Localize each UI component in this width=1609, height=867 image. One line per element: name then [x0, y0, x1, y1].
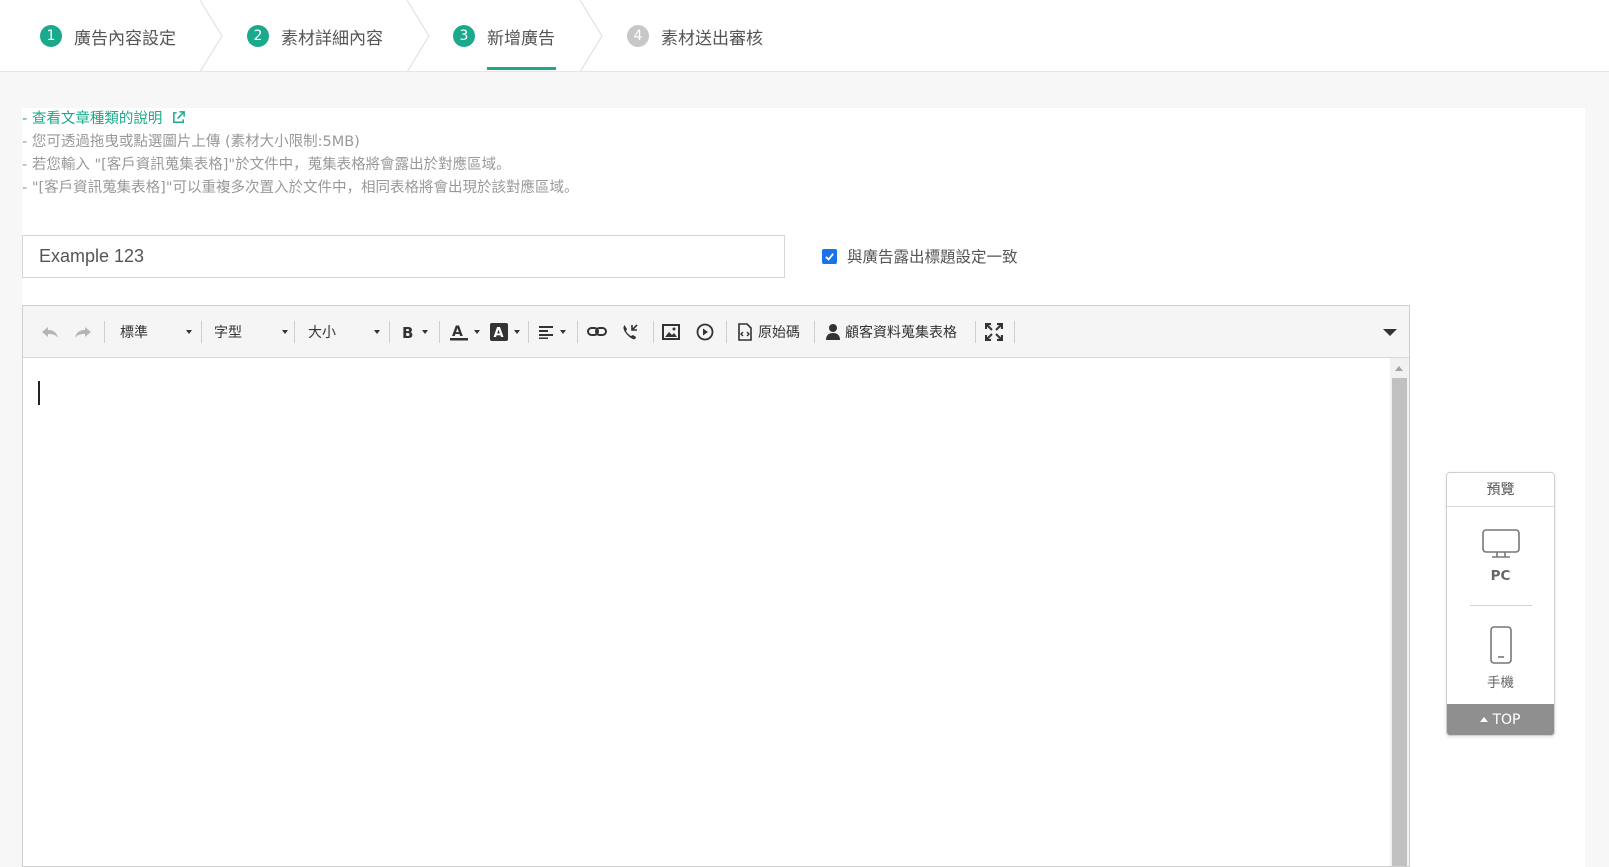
editor-toolbar: 標準 字型 大小 B A A 原始碼 顧客資料蒐集表格 — [23, 306, 1409, 358]
form-repeat-note: - "[客戶資訊蒐集表格]"可以重複多次置入於文件中，相同表格將會出現於該對應區… — [22, 180, 579, 196]
mobile-icon — [1489, 626, 1512, 664]
upload-note: - 您可透過拖曳或點選圖片上傳 (素材大小限制:5MB) — [22, 134, 360, 150]
step-divider-icon — [406, 0, 430, 72]
bold-icon: B — [402, 324, 413, 340]
toolbar-separator — [439, 321, 440, 343]
step-1[interactable]: 1 廣告內容設定 — [40, 0, 176, 72]
preview-title: 預覽 — [1447, 473, 1554, 507]
customer-form-label: 顧客資料蒐集表格 — [845, 325, 957, 341]
desktop-icon — [1481, 529, 1520, 558]
editor-content-area[interactable] — [23, 358, 1389, 866]
step-label: 廣告內容設定 — [74, 28, 176, 49]
text-color-button[interactable]: A — [449, 319, 480, 345]
redo-icon[interactable] — [73, 319, 93, 345]
toolbar-separator — [528, 321, 529, 343]
article-type-help-link[interactable]: - 查看文章種類的說明 — [22, 111, 162, 127]
back-to-top-label: TOP — [1492, 711, 1521, 728]
bold-button[interactable]: B — [401, 319, 428, 345]
preview-pc-button[interactable]: PC — [1447, 528, 1554, 584]
back-to-top-button[interactable]: TOP — [1447, 704, 1554, 735]
toolbar-separator — [726, 321, 727, 343]
video-icon[interactable] — [696, 319, 714, 345]
size-dropdown[interactable]: 大小 — [308, 319, 380, 345]
chevron-down-icon — [514, 330, 520, 334]
toolbar-separator — [577, 321, 578, 343]
toolbar-separator — [201, 321, 202, 343]
form-note: - 若您輸入 "[客戶資訊蒐集表格]"於文件中，蒐集表格將會露出於對應區域。 — [22, 157, 511, 173]
chevron-down-icon — [474, 330, 480, 334]
phone-link-icon[interactable] — [621, 319, 639, 345]
font-dropdown-label: 字型 — [214, 325, 242, 341]
active-step-underline — [487, 67, 556, 70]
svg-text:A: A — [452, 324, 463, 340]
content-panel: - 查看文章種類的說明 - 您可透過拖曳或點選圖片上傳 (素材大小限制:5MB)… — [22, 108, 1585, 867]
link-icon[interactable] — [587, 319, 607, 345]
arrow-up-icon — [1480, 717, 1489, 722]
toolbar-separator — [975, 321, 976, 343]
chevron-down-icon — [282, 330, 288, 334]
step-label: 素材送出審核 — [661, 28, 763, 49]
text-cursor — [38, 381, 40, 405]
checkbox-checked-icon[interactable] — [822, 248, 837, 264]
preview-pc-label: PC — [1490, 568, 1511, 584]
article-title-input[interactable] — [22, 235, 785, 278]
scrollbar-thumb[interactable] — [1392, 378, 1407, 866]
user-icon — [826, 324, 840, 340]
background-color-icon: A — [490, 323, 508, 341]
editor-scrollbar[interactable] — [1390, 358, 1409, 866]
step-2[interactable]: 2 素材詳細內容 — [247, 0, 383, 72]
sync-title-checkbox[interactable]: 與廣告露出標題設定一致 — [822, 245, 1018, 267]
fullscreen-icon[interactable] — [985, 319, 1003, 345]
help-notes: - 查看文章種類的說明 - 您可透過拖曳或點選圖片上傳 (素材大小限制:5MB)… — [22, 108, 579, 200]
chevron-down-icon — [374, 330, 380, 334]
step-4[interactable]: 4 素材送出審核 — [627, 0, 763, 72]
external-link-icon[interactable] — [171, 110, 186, 125]
preview-mobile-label: 手機 — [1487, 675, 1514, 691]
source-code-button[interactable]: 原始碼 — [737, 319, 800, 345]
step-number: 2 — [247, 25, 269, 47]
chevron-down-icon — [560, 330, 566, 334]
step-3[interactable]: 3 新增廣告 — [453, 0, 555, 72]
step-number: 3 — [453, 25, 475, 47]
step-label: 新增廣告 — [487, 28, 555, 49]
step-number: 1 — [40, 25, 62, 47]
align-left-icon — [539, 326, 553, 339]
sync-title-label: 與廣告露出標題設定一致 — [847, 248, 1018, 266]
preview-widget: 預覽 PC 手機 TOP — [1446, 472, 1555, 736]
chevron-down-icon — [422, 330, 428, 334]
toolbar-separator — [653, 321, 654, 343]
step-label: 素材詳細內容 — [281, 28, 383, 49]
size-dropdown-label: 大小 — [308, 325, 336, 341]
align-button[interactable] — [539, 319, 566, 345]
toolbar-expand-icon[interactable] — [1383, 319, 1397, 345]
format-dropdown[interactable]: 標準 — [120, 319, 192, 345]
toolbar-separator — [814, 321, 815, 343]
image-icon[interactable] — [662, 319, 680, 345]
font-dropdown[interactable]: 字型 — [214, 319, 288, 345]
toolbar-separator — [104, 321, 105, 343]
toolbar-separator — [389, 321, 390, 343]
customer-form-button[interactable]: 顧客資料蒐集表格 — [825, 319, 957, 345]
step-divider-icon — [199, 0, 223, 72]
step-number: 4 — [627, 25, 649, 47]
wizard-stepper: 1 廣告內容設定 2 素材詳細內容 3 新增廣告 4 素材送出審核 — [0, 0, 1609, 72]
rich-text-editor: 標準 字型 大小 B A A 原始碼 顧客資料蒐集表格 — [22, 305, 1410, 867]
preview-divider — [1470, 605, 1532, 606]
format-dropdown-label: 標準 — [120, 325, 148, 341]
background-color-button[interactable]: A — [489, 319, 520, 345]
svg-text:B: B — [402, 324, 413, 340]
source-code-icon — [738, 323, 752, 341]
scroll-up-icon[interactable] — [1395, 366, 1403, 371]
preview-mobile-button[interactable]: 手機 — [1447, 625, 1554, 691]
chevron-down-icon — [186, 330, 192, 334]
toolbar-separator — [294, 321, 295, 343]
svg-text:A: A — [494, 326, 504, 341]
step-divider-icon — [579, 0, 603, 72]
source-code-label: 原始碼 — [758, 325, 800, 341]
toolbar-separator — [1014, 321, 1015, 343]
undo-icon[interactable] — [40, 319, 60, 345]
text-color-icon: A — [450, 324, 468, 341]
